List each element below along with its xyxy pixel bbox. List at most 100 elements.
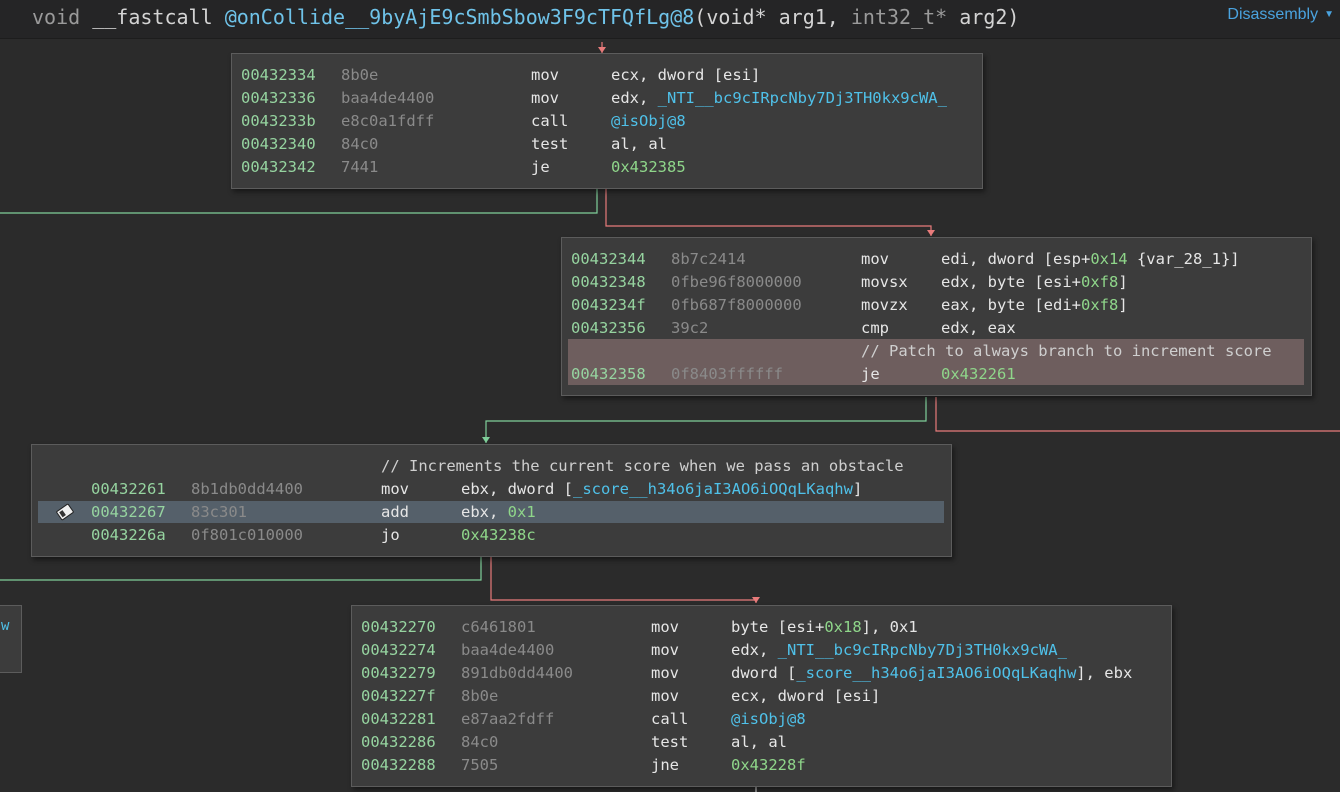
operands[interactable]: byte [esi+0x18], 0x1 [731,616,918,639]
mnemonic[interactable]: je [531,156,550,179]
jump-target[interactable]: 0x432385 [611,156,686,179]
operands[interactable]: ebx, 0x1 [461,501,536,524]
address[interactable]: 00432261 [91,478,166,501]
operands[interactable]: ebx, dword [_score__h34o6jaI3AO6iOQqLKaq… [461,478,862,501]
instruction-line[interactable]: 0043226a 0f801c010000 jo 0x43238c [91,524,945,547]
jump-target[interactable]: 0x43238c [461,524,536,547]
mnemonic[interactable]: cmp [861,317,889,340]
mnemonic[interactable]: mov [531,87,559,110]
address[interactable]: 00432336 [241,87,316,110]
instruction-line[interactable]: 00432261 8b1db0dd4400 mov ebx, dword [_scor… [91,478,945,501]
call-target[interactable]: @isObj@8 [731,708,806,731]
control-flow-graph[interactable]: w 00432334 8b0e mov ecx, dword [esi] 004323… [0,39,1340,792]
address[interactable]: 00432281 [361,708,436,731]
instruction-line[interactable]: 0043233b e8c0a1fdff call @isObj@8 [241,110,975,133]
address[interactable]: 00432356 [571,317,646,340]
mnemonic[interactable]: mov [531,64,559,87]
instruction-line[interactable]: 00432334 8b0e mov ecx, dword [esi] [241,64,975,87]
basic-block-00432344[interactable]: 00432344 8b7c2414 mov edi, dword [esp+0x14 … [561,237,1312,396]
address[interactable]: 0043233b [241,110,316,133]
instruction-line[interactable]: 00432358 0f8403ffffff je 0x432261 [571,363,1305,386]
mnemonic[interactable]: jo [381,524,400,547]
operands[interactable]: edx, byte [esi+0xf8] [941,271,1128,294]
address[interactable]: 00432286 [361,731,436,754]
instruction-line[interactable]: 0043234f 0fb687f8000000 movzx eax, byte [ed… [571,294,1305,317]
address[interactable]: 00432342 [241,156,316,179]
operand-symbol[interactable]: _score__h34o6jaI3AO6iOQqLKaqhw [573,480,853,498]
instruction-line[interactable]: 00432286 84c0 test al, al [361,731,1166,754]
mnemonic[interactable]: mov [651,616,679,639]
instruction-line-selected[interactable]: 00432267 83c301 add ebx, 0x1 [91,501,945,524]
address[interactable]: 00432267 [91,501,166,524]
mnemonic[interactable]: movzx [861,294,908,317]
instruction-line[interactable]: 00432270 c6461801 mov byte [esi+0x18], 0x1 [361,616,1166,639]
address[interactable]: 00432344 [571,248,646,271]
operands[interactable]: ecx, dword [esi] [611,64,760,87]
instruction-line[interactable]: 00432336 baa4de4400 mov edx, _NTI__bc9cIRpc… [241,87,975,110]
operands[interactable]: edx, eax [941,317,1016,340]
operands[interactable]: edi, dword [esp+0x14 {var_28_1}] [941,248,1240,271]
operands[interactable]: edx, _NTI__bc9cIRpcNby7Dj3TH0kx9cWA_ [731,639,1067,662]
mnemonic[interactable]: add [381,501,409,524]
mnemonic[interactable]: je [861,363,880,386]
operands[interactable]: eax, byte [edi+0xf8] [941,294,1128,317]
address[interactable]: 00432279 [361,662,436,685]
tag-icon[interactable] [54,502,76,522]
view-selector[interactable]: Disassembly ▼ [1227,6,1334,24]
comment-line[interactable]: // Increments the current score when we … [91,455,945,478]
basic-block-00432261[interactable]: // Increments the current score when we … [31,444,952,557]
offscreen-block[interactable]: w [0,605,22,673]
basic-block-00432334[interactable]: 00432334 8b0e mov ecx, dword [esi] 00432336… [231,53,983,189]
address[interactable]: 0043227f [361,685,436,708]
instruction-line[interactable]: 00432281 e87aa2fdff call @isObj@8 [361,708,1166,731]
operands[interactable]: ecx, dword [esi] [731,685,880,708]
mnemonic[interactable]: mov [651,685,679,708]
address[interactable]: 0043226a [91,524,166,547]
mnemonic[interactable]: jne [651,754,679,777]
instruction-line[interactable]: 00432274 baa4de4400 mov edx, _NTI__bc9cIRpc… [361,639,1166,662]
address[interactable]: 0043234f [571,294,646,317]
address[interactable]: 00432270 [361,616,436,639]
instruction-line[interactable]: 00432340 84c0 test al, al [241,133,975,156]
operands[interactable]: al, al [611,133,667,156]
mnemonic[interactable]: call [531,110,568,133]
offscreen-block-text: w [1,618,10,634]
mnemonic[interactable]: movsx [861,271,908,294]
jump-target[interactable]: 0x432261 [941,363,1016,386]
address[interactable]: 00432348 [571,271,646,294]
address[interactable]: 00432334 [241,64,316,87]
mnemonic[interactable]: mov [651,639,679,662]
score-comment[interactable]: // Increments the current score when we … [381,455,904,478]
call-target[interactable]: @isObj@8 [611,110,686,133]
operand-symbol[interactable]: _NTI__bc9cIRpcNby7Dj3TH0kx9cWA_ [778,641,1067,659]
operand-symbol[interactable]: _NTI__bc9cIRpcNby7Dj3TH0kx9cWA_ [658,89,947,107]
arg1-name[interactable]: arg1 [779,5,827,29]
mnemonic[interactable]: mov [861,248,889,271]
instruction-line[interactable]: 00432348 0fbe96f8000000 movsx edx, byte [es… [571,271,1305,294]
mnemonic[interactable]: test [531,133,568,156]
operands[interactable]: dword [_score__h34o6jaI3AO6iOQqLKaqhw], … [731,662,1132,685]
address[interactable]: 00432340 [241,133,316,156]
mnemonic[interactable]: call [651,708,688,731]
instruction-line[interactable]: 00432344 8b7c2414 mov edi, dword [esp+0x14 … [571,248,1305,271]
comment-line[interactable]: // Patch to always branch to increment s… [571,340,1305,363]
instruction-line[interactable]: 00432288 7505 jne 0x43228f [361,754,1166,777]
mnemonic[interactable]: mov [381,478,409,501]
jump-target[interactable]: 0x43228f [731,754,806,777]
operand-symbol[interactable]: _score__h34o6jaI3AO6iOQqLKaqhw [796,664,1076,682]
basic-block-00432270[interactable]: 00432270 c6461801 mov byte [esi+0x18], 0x1 … [351,605,1172,787]
address[interactable]: 00432358 [571,363,646,386]
mnemonic[interactable]: test [651,731,688,754]
address[interactable]: 00432274 [361,639,436,662]
mnemonic[interactable]: mov [651,662,679,685]
operands[interactable]: edx, _NTI__bc9cIRpcNby7Dj3TH0kx9cWA_ [611,87,947,110]
arg2-name[interactable]: arg2 [959,5,1007,29]
address[interactable]: 00432288 [361,754,436,777]
instruction-line[interactable]: 00432279 891db0dd4400 mov dword [_score__h3… [361,662,1166,685]
instruction-line[interactable]: 00432342 7441 je 0x432385 [241,156,975,179]
instruction-line[interactable]: 0043227f 8b0e mov ecx, dword [esi] [361,685,1166,708]
operands[interactable]: al, al [731,731,787,754]
function-name[interactable]: @onCollide__9byAjE9cSmbSbow3F9cTFQfLg@8 [225,5,695,29]
patch-comment[interactable]: // Patch to always branch to increment s… [861,340,1272,363]
instruction-line[interactable]: 00432356 39c2 cmp edx, eax [571,317,1305,340]
